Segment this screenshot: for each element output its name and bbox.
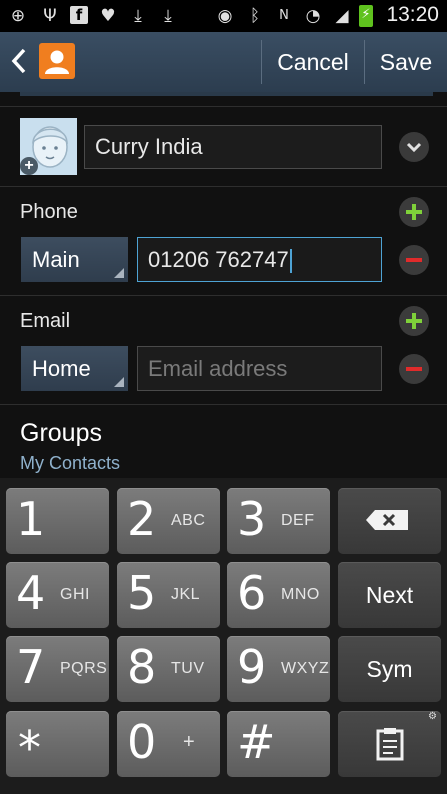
email-type-selector[interactable]: Home	[21, 346, 128, 391]
key-digit: 0	[127, 715, 157, 769]
next-key[interactable]: Next	[338, 562, 441, 628]
divider	[0, 295, 447, 296]
dropdown-corner-icon	[114, 377, 124, 387]
bluetooth-icon: ᛒ	[249, 6, 261, 26]
name-field[interactable]: Curry India	[84, 125, 382, 169]
sym-key[interactable]: Sym	[338, 636, 441, 702]
divider	[0, 186, 447, 187]
download-icon: ⤓	[134, 6, 142, 26]
key-letters: DEF	[281, 512, 315, 529]
phone-number-field[interactable]: 01206 762747	[137, 237, 382, 282]
minus-icon	[406, 367, 422, 371]
phone-type-label: Main	[32, 247, 80, 272]
expand-name-button[interactable]	[399, 132, 429, 162]
key-8[interactable]: 8 TUV	[117, 636, 220, 702]
plus-icon	[406, 204, 422, 220]
download-icon: ⤓	[164, 6, 172, 26]
key-letters: TUV	[171, 660, 205, 677]
back-chevron-icon[interactable]	[10, 46, 28, 76]
heart-shield-icon: ♥	[100, 6, 116, 26]
key-letters: JKL	[171, 586, 201, 603]
key-digit: 6	[237, 566, 267, 620]
settings-dots-icon: ⚙	[428, 711, 437, 722]
email-label: Email	[20, 310, 71, 332]
scrolled-field-edge	[20, 92, 433, 96]
clipboard-icon	[376, 728, 404, 761]
chevron-down-icon	[406, 142, 422, 153]
email-type-label: Home	[32, 356, 91, 381]
key-digit: 5	[127, 566, 157, 620]
battery-charging-icon: ⚡	[359, 5, 373, 27]
signal-icon: ◢	[335, 6, 349, 26]
plus-icon	[406, 313, 422, 329]
eye-icon: ◉	[217, 6, 233, 26]
key-letters: MNO	[281, 586, 320, 603]
key-digit: *	[18, 721, 41, 775]
key-digit: 3	[237, 492, 267, 546]
key-0[interactable]: 0 +	[117, 711, 220, 777]
groups-title[interactable]: Groups	[20, 419, 102, 448]
minus-icon	[406, 258, 422, 262]
key-hash[interactable]: #	[227, 711, 330, 777]
contact-avatar[interactable]: +	[20, 118, 77, 175]
status-time: 13:20	[386, 3, 439, 26]
divider	[0, 106, 447, 107]
key-digit: 2	[127, 492, 157, 546]
groups-value[interactable]: My Contacts	[20, 453, 120, 474]
key-2[interactable]: 2 ABC	[117, 488, 220, 554]
add-icon: ⊕	[10, 6, 26, 26]
key-7[interactable]: 7 PQRS	[6, 636, 109, 702]
text-cursor	[289, 249, 292, 274]
key-label: Next	[365, 582, 414, 608]
key-label: Sym	[366, 656, 413, 682]
status-bar: ⊕ Ψ f ♥ ⤓ ⤓ ◉ ᛒ N ◔ ◢ ⚡ 13:20	[0, 0, 447, 32]
dropdown-corner-icon	[114, 268, 124, 278]
divider	[0, 404, 447, 405]
key-1[interactable]: 1	[6, 488, 109, 554]
key-6[interactable]: 6 MNO	[227, 562, 330, 628]
facebook-icon: f	[70, 6, 88, 24]
action-bar: Cancel Save	[0, 32, 447, 92]
nfc-icon: N	[279, 8, 289, 23]
key-letters: WXYZ	[281, 660, 330, 677]
contacts-app-icon[interactable]	[39, 43, 75, 79]
key-letters: PQRS	[60, 660, 108, 677]
usb-icon: Ψ	[43, 6, 57, 26]
phone-label: Phone	[20, 201, 78, 223]
wifi-icon: ◔	[305, 6, 321, 26]
clipboard-key[interactable]: ⚙	[338, 711, 441, 777]
remove-phone-button[interactable]	[399, 245, 429, 275]
add-phone-button[interactable]	[399, 197, 429, 227]
add-email-button[interactable]	[399, 306, 429, 336]
key-digit: #	[237, 715, 276, 769]
add-photo-icon: +	[20, 157, 38, 175]
key-letters: +	[183, 731, 196, 753]
email-address-field[interactable]: Email address	[137, 346, 382, 391]
backspace-icon	[366, 510, 408, 530]
key-3[interactable]: 3 DEF	[227, 488, 330, 554]
cancel-button[interactable]: Cancel	[262, 32, 364, 92]
backspace-key[interactable]	[338, 488, 441, 554]
remove-email-button[interactable]	[399, 354, 429, 384]
key-5[interactable]: 5 JKL	[117, 562, 220, 628]
phone-number-value: 01206 762747	[148, 247, 289, 272]
key-digit: 9	[237, 640, 267, 694]
key-9[interactable]: 9 WXYZ	[227, 636, 330, 702]
key-digit: 4	[16, 566, 46, 620]
key-letters: GHI	[60, 586, 90, 603]
key-letters: ABC	[171, 512, 206, 529]
phone-type-selector[interactable]: Main	[21, 237, 128, 282]
key-digit: 8	[127, 640, 157, 694]
key-digit: 7	[16, 640, 46, 694]
key-digit: 1	[16, 492, 46, 546]
save-button[interactable]: Save	[365, 32, 447, 92]
key-4[interactable]: 4 GHI	[6, 562, 109, 628]
key-star[interactable]: *	[6, 711, 109, 777]
